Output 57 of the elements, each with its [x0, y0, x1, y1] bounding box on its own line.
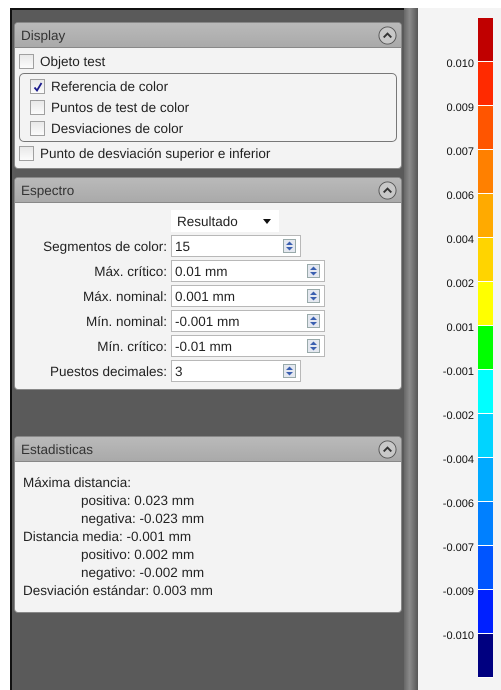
spin-field[interactable]: 15 — [171, 235, 301, 257]
checkbox-label[interactable]: Desviaciones de color — [51, 121, 184, 136]
checkbox[interactable] — [19, 146, 34, 161]
checkbox-label[interactable]: Puntos de test de color — [51, 100, 190, 115]
spin-field[interactable]: -0.001 mm — [171, 310, 325, 332]
spinner-icon[interactable] — [307, 314, 320, 328]
statistic-line: negativa: -0.023 mm — [80, 510, 206, 528]
statistic-line: positivo: 0.002 mm — [80, 546, 196, 564]
scale-label: 0.006 — [446, 190, 474, 202]
checkbox-label[interactable]: Objeto test — [40, 54, 106, 69]
field-label: Puestos decimales: — [48, 364, 167, 378]
collapse-icon[interactable] — [378, 180, 397, 200]
scale-label: 0.010 — [446, 58, 474, 70]
scale-label: -0.010 — [442, 630, 474, 642]
section-title: Display — [21, 28, 66, 42]
field-label: Máx. nominal: — [82, 288, 167, 304]
scale-label: 0.009 — [446, 102, 474, 114]
scale-label: -0.001 — [442, 366, 474, 378]
scale-label: -0.002 — [442, 410, 474, 422]
scale-label: -0.006 — [442, 498, 474, 510]
scale-label: 0.004 — [446, 234, 474, 246]
statistic-line: positiva: 0.023 mm — [80, 492, 196, 510]
field-label: Mín. nominal: — [84, 314, 167, 328]
checkbox-label[interactable]: Referencia de color — [51, 79, 168, 94]
spin-field[interactable]: -0.01 mm — [171, 335, 325, 357]
spinner-icon[interactable] — [307, 289, 320, 303]
scale-label: 0.001 — [446, 322, 474, 334]
statistic-line: Distancia media: -0.001 mm — [23, 528, 192, 546]
scale-label: -0.007 — [442, 542, 474, 554]
section-title: Espectro — [21, 182, 74, 198]
field-label: Segmentos de color: — [42, 238, 167, 254]
section-title: Estadisticas — [21, 442, 94, 456]
checkbox[interactable] — [30, 100, 45, 115]
scale-label: -0.004 — [442, 454, 474, 466]
scale-label: 0.007 — [446, 146, 474, 158]
spinner-icon[interactable] — [283, 364, 296, 378]
checkbox-label[interactable]: Punto de desviación superior e inferior — [40, 146, 270, 161]
checkbox[interactable] — [19, 54, 34, 69]
field-label: Máx. crítico: — [93, 264, 167, 278]
checkbox[interactable] — [30, 79, 45, 94]
spinner-icon[interactable] — [283, 239, 296, 253]
scale-label: -0.009 — [442, 586, 474, 598]
caret-icon — [263, 218, 271, 224]
statistic-line: Desviación estándar: 0.003 mm — [23, 582, 214, 600]
statistic-line: Máxima distancia: — [23, 474, 132, 492]
collapse-icon[interactable] — [378, 440, 397, 458]
spinner-icon[interactable] — [307, 339, 320, 353]
scale-label: 0.002 — [446, 278, 474, 290]
field-label: Mín. crítico: — [96, 338, 167, 354]
spin-field[interactable]: 0.01 mm — [171, 260, 325, 282]
spin-field[interactable]: 0.001 mm — [171, 285, 325, 307]
collapse-icon[interactable] — [378, 26, 397, 44]
spin-field[interactable]: 3 — [171, 360, 301, 382]
statistic-line: negativo: -0.002 mm — [80, 564, 206, 582]
checkbox[interactable] — [30, 121, 45, 136]
spinner-icon[interactable] — [307, 264, 320, 278]
result-dropdown[interactable]: Resultado — [171, 210, 279, 232]
